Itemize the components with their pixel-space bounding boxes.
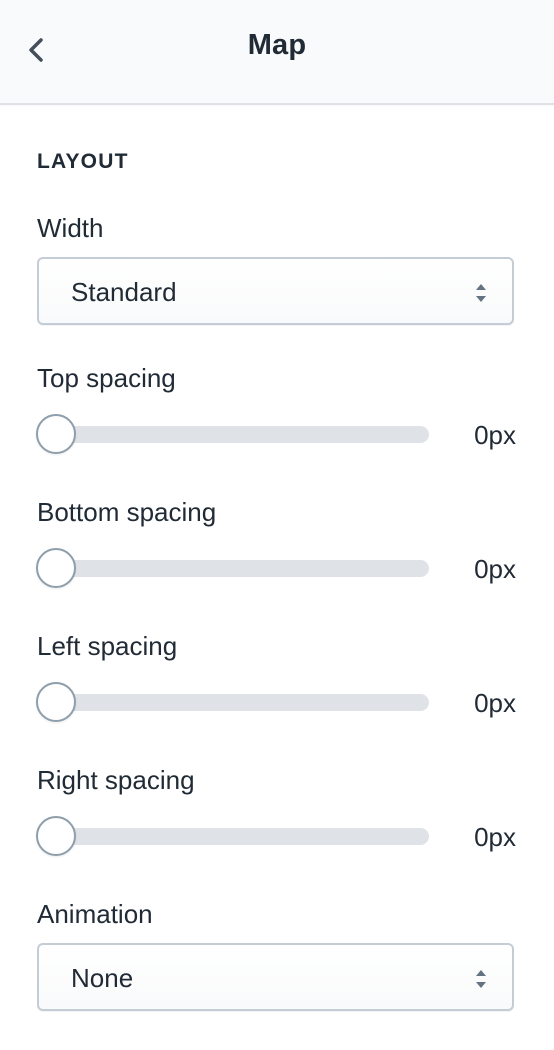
- left-spacing-value: 0px: [474, 688, 516, 718]
- right-spacing-slider[interactable]: [37, 828, 429, 845]
- top-spacing-slider[interactable]: [37, 426, 429, 443]
- right-spacing-slider-thumb[interactable]: [36, 816, 76, 856]
- right-spacing-label: Right spacing: [37, 765, 195, 795]
- width-select-value: Standard: [71, 277, 177, 307]
- width-select[interactable]: Standard: [37, 257, 514, 325]
- top-spacing-label: Top spacing: [37, 363, 176, 393]
- animation-select-value: None: [71, 963, 134, 993]
- left-spacing-slider[interactable]: [37, 694, 429, 711]
- animation-label: Animation: [37, 899, 153, 929]
- animation-select[interactable]: None: [37, 943, 514, 1011]
- bottom-spacing-slider[interactable]: [37, 560, 429, 577]
- select-arrows-icon: [476, 970, 486, 988]
- top-spacing-slider-thumb[interactable]: [36, 414, 76, 454]
- left-spacing-slider-thumb[interactable]: [36, 682, 76, 722]
- page-title: Map: [247, 29, 307, 61]
- section-heading-layout: LAYOUT: [37, 150, 129, 173]
- bottom-spacing-slider-thumb[interactable]: [36, 548, 76, 588]
- right-spacing-value: 0px: [474, 822, 516, 852]
- width-label: Width: [37, 213, 104, 243]
- select-arrows-icon: [476, 284, 486, 302]
- top-bar: Map: [0, 0, 554, 105]
- bottom-spacing-label: Bottom spacing: [37, 497, 217, 527]
- left-spacing-label: Left spacing: [37, 631, 178, 661]
- top-spacing-value: 0px: [474, 420, 516, 450]
- bottom-spacing-value: 0px: [474, 554, 516, 584]
